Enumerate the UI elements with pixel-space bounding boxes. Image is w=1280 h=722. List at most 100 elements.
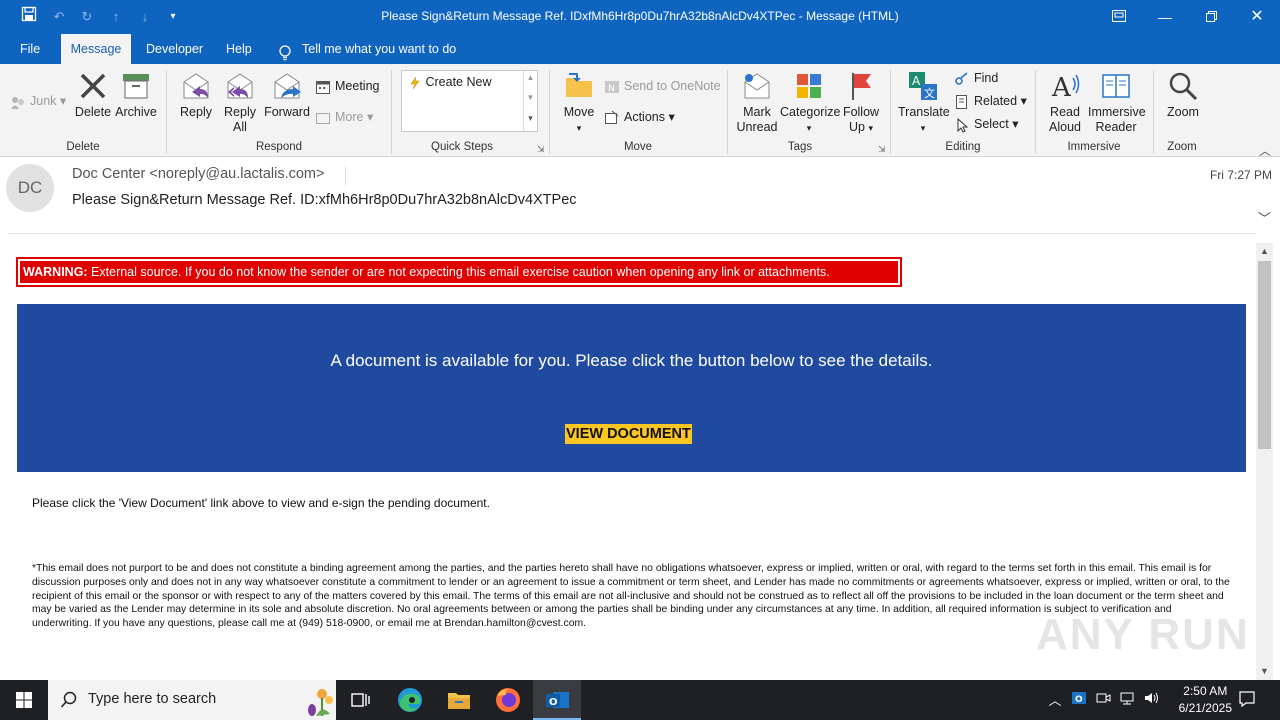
watermark-logo: ANY RUN	[1036, 610, 1250, 659]
file-explorer-icon[interactable]	[445, 686, 473, 714]
group-label-zoom: Zoom	[1167, 141, 1197, 153]
read-aloud-icon: A	[1049, 70, 1081, 103]
reply-all-button[interactable]: Reply All	[220, 70, 260, 135]
banner-message: A document is available for you. Please …	[330, 351, 933, 370]
chevron-down-icon[interactable]: ▼	[524, 93, 537, 102]
clock-date: 6/21/2025	[1178, 701, 1232, 715]
windows-start-icon[interactable]	[10, 686, 38, 714]
tab-file[interactable]: File	[10, 34, 50, 64]
title-bar: ↶ ↻ ↑ ↓ ▾ Please Sign&Return Message Ref…	[0, 0, 1280, 34]
view-document-link[interactable]: VIEW DOCUMENT	[565, 424, 692, 444]
expand-header-chevron-icon[interactable]: ﹀	[1258, 208, 1271, 227]
related-icon	[954, 94, 970, 110]
divider	[345, 166, 346, 186]
tab-message[interactable]: Message	[61, 34, 131, 64]
group-separator	[391, 70, 392, 154]
expand-gallery-icon[interactable]: ▾	[524, 113, 537, 124]
immersive-reader-button[interactable]: Immersive Reader	[1088, 70, 1146, 135]
close-button[interactable]: ✕	[1234, 0, 1280, 34]
magnifier-icon	[1167, 70, 1199, 102]
translate-button[interactable]: A文 Translate ▾	[898, 70, 950, 136]
read-aloud-button[interactable]: A Read Aloud	[1044, 70, 1086, 135]
group-separator	[1035, 70, 1036, 154]
warning-text: External source. If you do not know the …	[87, 265, 830, 279]
forward-icon	[271, 70, 303, 102]
translate-icon: A文	[907, 70, 939, 102]
scroll-down-arrow-icon[interactable]: ▼	[1256, 663, 1273, 680]
tab-developer[interactable]: Developer	[136, 34, 213, 64]
actions-button[interactable]: Actions ▾	[604, 108, 675, 126]
quick-step-create-new[interactable]: Create New	[408, 75, 491, 90]
show-hidden-icons-icon[interactable]: ︿	[1046, 690, 1064, 708]
group-label-respond: Respond	[255, 141, 303, 153]
follow-up-button[interactable]: Follow Up ▾	[840, 70, 882, 136]
categorize-button[interactable]: Categorize ▾	[780, 70, 840, 136]
group-separator	[166, 70, 167, 154]
related-button[interactable]: Related ▾	[954, 92, 1027, 110]
group-label-immersive: Immersive	[1067, 141, 1121, 153]
collapse-ribbon-icon[interactable]: ︿	[1259, 142, 1271, 159]
meet-now-icon[interactable]	[1094, 690, 1112, 708]
system-clock[interactable]: 2:50 AM 6/21/2025	[1179, 683, 1232, 717]
notifications-icon[interactable]	[1238, 690, 1256, 708]
taskbar: Type here to search O ︿ O 2:50 AM 6/21/2…	[0, 680, 1280, 720]
group-separator	[1153, 70, 1154, 154]
meeting-button[interactable]: Meeting	[315, 77, 379, 95]
tell-me-text: Tell me what you want to do	[302, 42, 457, 56]
move-button[interactable]: Move ▾	[558, 70, 600, 136]
svg-text:A: A	[1051, 73, 1072, 102]
tell-me-search[interactable]: Tell me what you want to do	[278, 34, 456, 64]
mark-unread-button[interactable]: Mark Unread	[735, 70, 779, 135]
instruction-text: Please click the 'View Document' link ab…	[32, 496, 490, 510]
svg-text:O: O	[549, 697, 558, 708]
volume-icon[interactable]	[1142, 690, 1160, 708]
maximize-button[interactable]	[1188, 0, 1234, 34]
avatar: DC	[6, 164, 54, 212]
group-separator	[549, 70, 550, 154]
ribbon-display-options-icon[interactable]	[1096, 0, 1142, 34]
reply-button[interactable]: Reply	[176, 70, 216, 120]
search-placeholder: Type here to search	[88, 691, 217, 707]
sender[interactable]: Doc Center <noreply@au.lactalis.com>	[72, 166, 324, 182]
vertical-scrollbar[interactable]: ▲ ▼	[1256, 243, 1273, 680]
edge-browser-icon[interactable]	[396, 686, 424, 714]
forward-button[interactable]: Forward	[264, 70, 310, 120]
scroll-up-arrow-icon[interactable]: ▲	[1256, 243, 1273, 260]
group-separator	[890, 70, 891, 154]
clock-time: 2:50 AM	[1183, 684, 1228, 698]
dialog-launcher-icon[interactable]: ⇲	[537, 144, 545, 155]
dialog-launcher-icon[interactable]: ⇲	[878, 144, 886, 155]
archive-icon	[120, 70, 152, 102]
onenote-icon: N	[604, 79, 620, 95]
flag-icon	[845, 70, 877, 102]
svg-text:N: N	[608, 84, 615, 94]
tab-help[interactable]: Help	[216, 34, 262, 64]
minimize-button[interactable]: —	[1142, 0, 1188, 34]
chevron-up-icon[interactable]: ▲	[524, 73, 537, 82]
delete-button[interactable]: Delete	[72, 70, 114, 120]
reply-all-icon	[224, 70, 256, 102]
search-highlight-flowers-icon	[304, 684, 334, 722]
quick-steps-scrollbar[interactable]: ▲ ▼ ▾	[523, 71, 537, 131]
scrollbar-thumb[interactable]	[1258, 261, 1271, 449]
svg-text:A: A	[912, 74, 921, 88]
junk-icon	[10, 94, 26, 110]
header-divider	[8, 233, 1256, 234]
taskbar-search-box[interactable]: Type here to search	[48, 680, 336, 720]
task-view-icon[interactable]	[346, 686, 374, 714]
firefox-icon[interactable]	[494, 686, 522, 714]
message-subject: Please Sign&Return Message Ref. ID:xfMh6…	[72, 192, 577, 208]
ribbon-tabs: File Message Developer Help Tell me what…	[0, 34, 1280, 64]
archive-button[interactable]: Archive	[114, 70, 158, 120]
zoom-button[interactable]: Zoom	[1162, 70, 1204, 120]
junk-button[interactable]: Junk ▾	[10, 92, 66, 110]
send-to-onenote-button[interactable]: N Send to OneNote	[604, 77, 721, 95]
envelope-unread-icon	[741, 70, 773, 102]
svg-text:文: 文	[924, 86, 935, 100]
outlook-tray-icon[interactable]: O	[1070, 690, 1088, 708]
taskbar-outlook-active[interactable]: O	[533, 680, 581, 720]
more-respond-button[interactable]: More ▾	[315, 108, 373, 126]
select-button[interactable]: Select ▾	[954, 115, 1019, 133]
find-button[interactable]: Find	[954, 69, 998, 87]
network-icon[interactable]	[1118, 690, 1136, 708]
